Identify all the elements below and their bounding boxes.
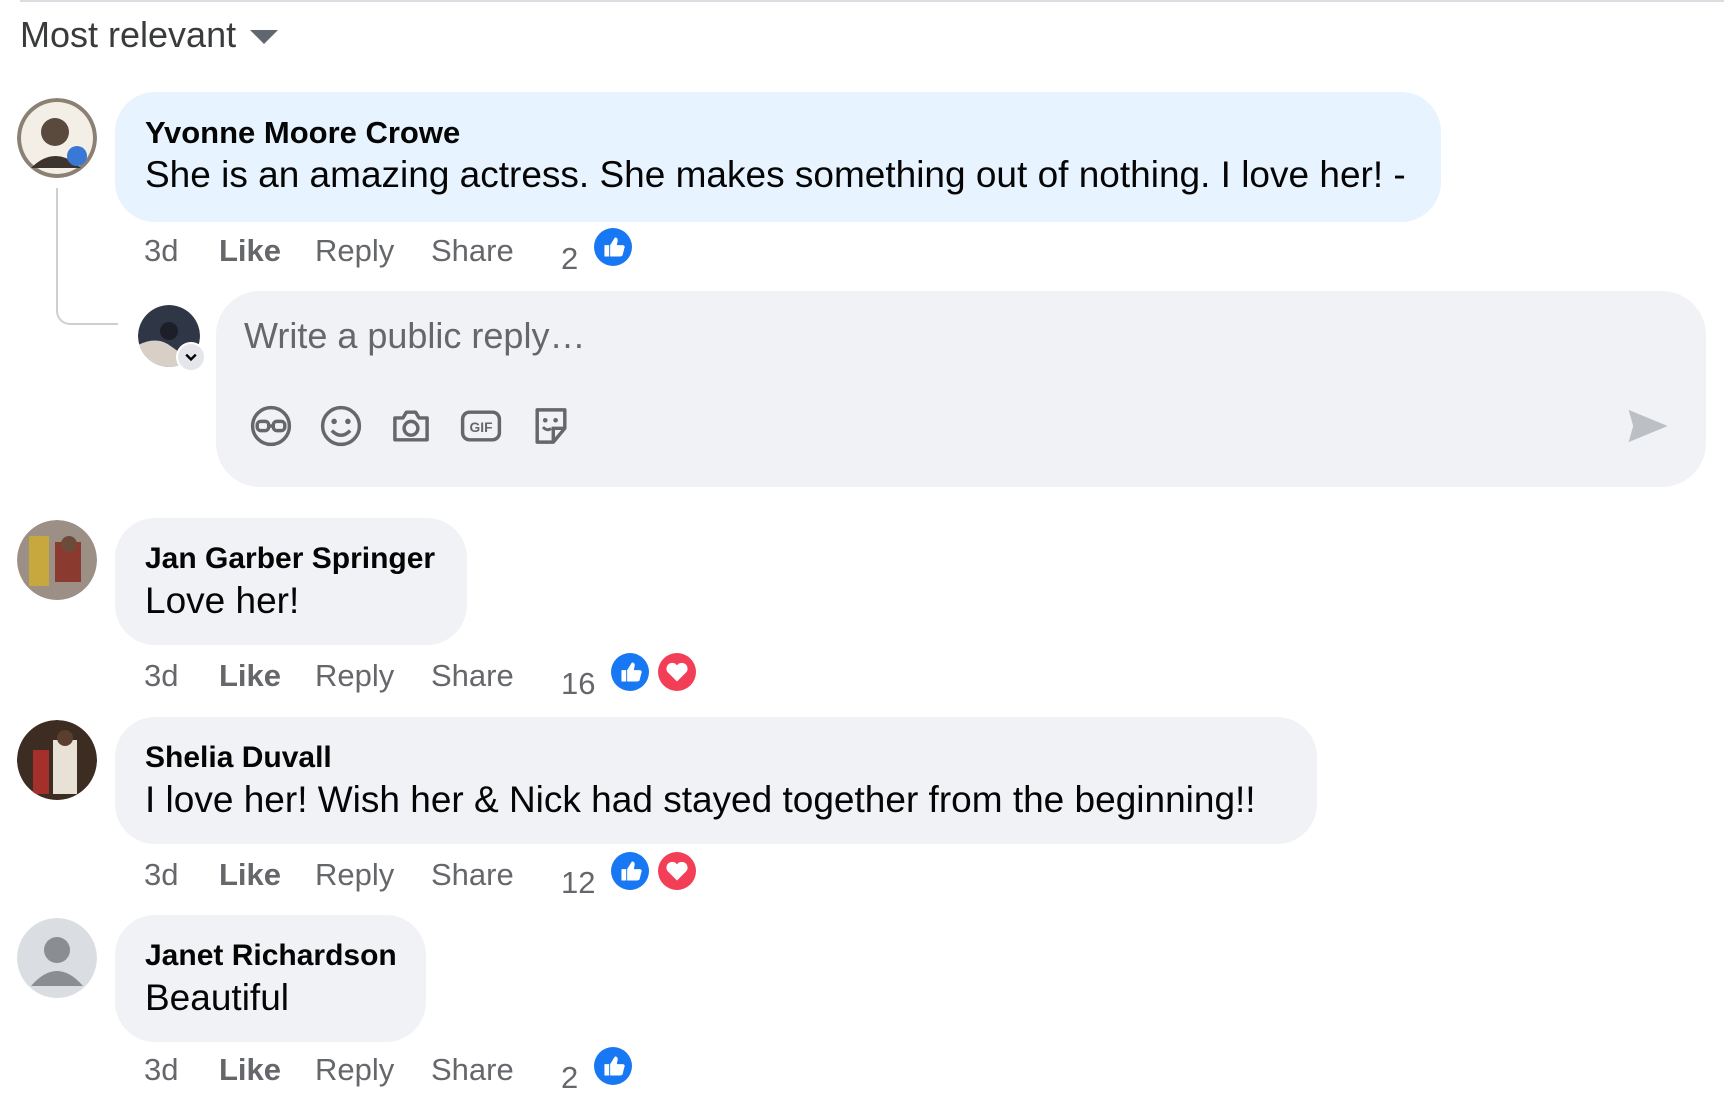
commenter-avatar[interactable] <box>17 98 97 178</box>
reply-button[interactable]: Reply <box>315 658 431 694</box>
love-reaction-icon <box>654 849 699 893</box>
reply-button[interactable]: Reply <box>315 857 431 893</box>
share-button[interactable]: Share <box>431 857 561 893</box>
reply-thread-connector <box>56 188 118 325</box>
comment-time[interactable]: 3d <box>144 233 219 269</box>
commenter-avatar[interactable] <box>17 520 97 600</box>
reply-input[interactable] <box>244 311 1544 361</box>
comment-author[interactable]: Janet Richardson <box>145 936 397 976</box>
like-reaction-icon <box>608 849 653 893</box>
share-button[interactable]: Share <box>431 1052 561 1088</box>
like-button[interactable]: Like <box>219 857 315 893</box>
avatar-sticker-icon[interactable] <box>248 403 294 449</box>
share-button[interactable]: Share <box>431 233 561 269</box>
commenter-avatar[interactable] <box>17 720 97 800</box>
like-button[interactable]: Like <box>219 233 315 269</box>
like-button[interactable]: Like <box>219 1052 315 1088</box>
comment-text: She is an amazing actress. She makes som… <box>145 154 1406 195</box>
sticker-icon[interactable] <box>528 403 574 449</box>
comment-author[interactable]: Shelia Duvall <box>145 738 1287 778</box>
comment-bubble: Janet Richardson Beautiful <box>115 915 426 1042</box>
comment-time[interactable]: 3d <box>144 1052 219 1088</box>
reaction-count: 2 <box>561 241 579 276</box>
share-button[interactable]: Share <box>431 658 561 694</box>
reaction-count: 16 <box>561 666 596 701</box>
comment-actions: 3d Like Reply Share 2 <box>144 225 635 277</box>
send-icon[interactable] <box>1624 403 1670 449</box>
love-reaction-icon <box>654 650 699 694</box>
sort-dropdown[interactable]: Most relevant <box>20 14 279 56</box>
comment-text: Beautiful <box>145 977 289 1018</box>
comment-author[interactable]: Yvonne Moore Crowe <box>145 113 1411 153</box>
top-divider <box>20 0 1724 2</box>
reaction-summary[interactable]: 16 <box>561 650 699 702</box>
reply-button[interactable]: Reply <box>315 1052 431 1088</box>
reaction-summary[interactable]: 12 <box>561 849 699 901</box>
sort-label: Most relevant <box>20 14 237 55</box>
comment-actions: 3d Like Reply Share 16 <box>144 650 699 702</box>
like-reaction-icon <box>590 225 635 269</box>
comment-actions: 3d Like Reply Share 2 <box>144 1044 635 1096</box>
comment-author[interactable]: Jan Garber Springer <box>145 539 437 579</box>
comment-text: Love her! <box>145 580 300 621</box>
like-reaction-icon <box>590 1044 635 1088</box>
svg-text:GIF: GIF <box>470 420 493 435</box>
comment-text: I love her! Wish her & Nick had stayed t… <box>145 779 1256 820</box>
reply-button[interactable]: Reply <box>315 233 431 269</box>
comment-actions: 3d Like Reply Share 12 <box>144 849 699 901</box>
comment-time[interactable]: 3d <box>144 658 219 694</box>
reply-composer: GIF <box>216 291 1706 487</box>
like-button[interactable]: Like <box>219 658 315 694</box>
caret-down-icon <box>250 30 279 44</box>
like-reaction-icon <box>608 650 653 694</box>
comment-time[interactable]: 3d <box>144 857 219 893</box>
default-profile-avatar[interactable] <box>17 918 97 998</box>
camera-icon[interactable] <box>388 403 434 449</box>
account-switcher-chevron-icon[interactable] <box>176 342 206 372</box>
emoji-icon[interactable] <box>318 403 364 449</box>
gif-icon[interactable]: GIF <box>458 403 504 449</box>
reaction-summary[interactable]: 2 <box>561 225 635 277</box>
reaction-count: 12 <box>561 865 596 900</box>
comment-bubble: Jan Garber Springer Love her! <box>115 518 467 645</box>
comment-bubble: Shelia Duvall I love her! Wish her & Nic… <box>115 717 1317 844</box>
comment-bubble: Yvonne Moore Crowe She is an amazing act… <box>115 92 1441 222</box>
reaction-summary[interactable]: 2 <box>561 1044 635 1096</box>
reaction-count: 2 <box>561 1060 579 1095</box>
